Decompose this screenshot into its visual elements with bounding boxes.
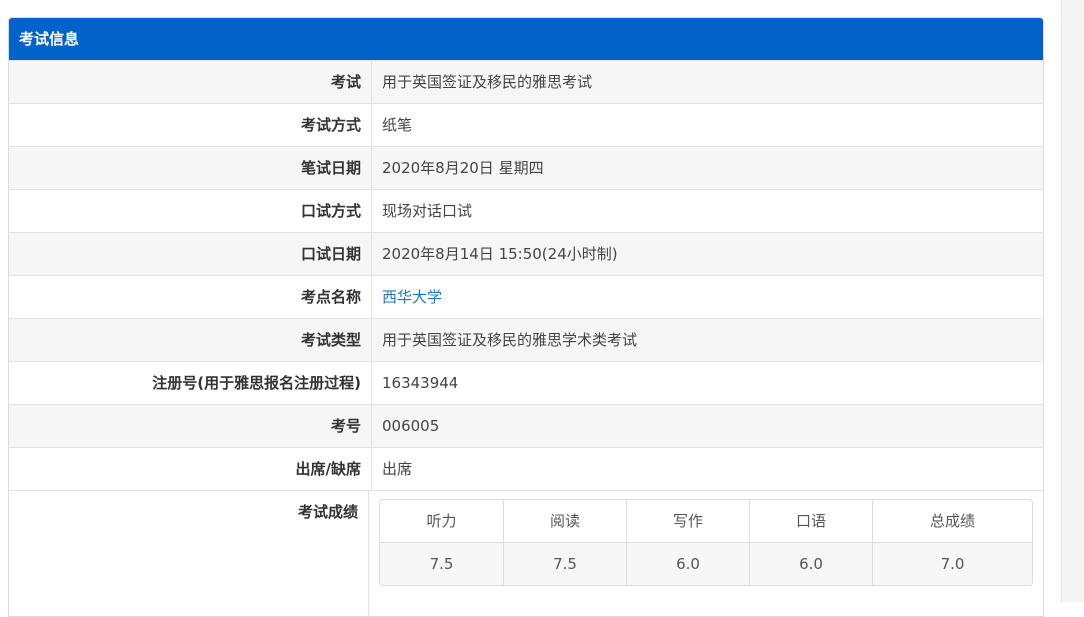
row-label: 出席/缺席 — [295, 460, 361, 478]
score-header-reading: 阅读 — [503, 500, 626, 542]
row-exam-mode: 考试方式 纸笔 — [9, 103, 1043, 146]
row-attendance: 出席/缺席 出席 — [9, 447, 1043, 490]
row-value: 出席 — [371, 448, 1043, 490]
row-exam-type: 考试类型 用于英国签证及移民的雅思学术类考试 — [9, 318, 1043, 361]
row-written-date: 笔试日期 2020年8月20日 星期四 — [9, 146, 1043, 189]
exam-info-panel: 考试信息 考试 用于英国签证及移民的雅思考试 考试方式 纸笔 笔试日期 2020… — [8, 17, 1044, 617]
row-candidate-number: 考号 006005 — [9, 404, 1043, 447]
row-label: 考试 — [330, 73, 361, 91]
row-speaking-mode: 口试方式 现场对话口试 — [9, 189, 1043, 232]
row-label: 考试方式 — [300, 116, 361, 134]
row-speaking-date: 口试日期 2020年8月14日 15:50(24小时制) — [9, 232, 1043, 275]
row-label: 口试方式 — [300, 202, 361, 220]
panel-title: 考试信息 — [9, 18, 1043, 60]
row-value: 2020年8月20日 星期四 — [371, 147, 1043, 189]
row-label: 考号 — [330, 417, 361, 435]
row-value: 现场对话口试 — [371, 190, 1043, 232]
score-header-listening: 听力 — [426, 512, 457, 530]
score-header-overall: 总成绩 — [872, 500, 1032, 542]
score-listening: 7.5 — [429, 555, 454, 573]
score-speaking: 6.0 — [749, 543, 872, 585]
row-value: 16343944 — [371, 362, 1043, 404]
score-reading: 7.5 — [503, 543, 626, 585]
row-value: 006005 — [371, 405, 1043, 447]
row-label: 考试类型 — [300, 331, 361, 349]
score-value-row: 7.5 7.5 6.0 6.0 7.0 — [380, 542, 1032, 585]
row-value: 用于英国签证及移民的雅思学术类考试 — [371, 319, 1043, 361]
scrollbar-track[interactable] — [1061, 0, 1084, 602]
row-label: 考试成绩 — [297, 503, 358, 521]
row-value: 纸笔 — [371, 104, 1043, 146]
score-header-row: 听力 阅读 写作 口语 总成绩 — [380, 500, 1032, 542]
row-value: 用于英国签证及移民的雅思考试 — [371, 61, 1043, 103]
row-value: 2020年8月14日 15:50(24小时制) — [371, 233, 1043, 275]
row-label: 口试日期 — [300, 245, 361, 263]
row-test-centre: 考点名称 西华大学 — [9, 275, 1043, 318]
row-exam: 考试 用于英国签证及移民的雅思考试 — [9, 60, 1043, 103]
score-table: 听力 阅读 写作 口语 总成绩 7.5 7.5 6.0 6.0 7.0 — [379, 499, 1033, 586]
score-header-speaking: 口语 — [749, 500, 872, 542]
row-scores: 考试成绩 听力 阅读 写作 口语 总成绩 7.5 7.5 6.0 6.0 7.0 — [9, 490, 1043, 616]
test-centre-link[interactable]: 西华大学 — [382, 288, 442, 306]
row-label: 考点名称 — [300, 288, 361, 306]
row-label: 注册号(用于雅思报名注册过程) — [152, 374, 361, 392]
row-registration-number: 注册号(用于雅思报名注册过程) 16343944 — [9, 361, 1043, 404]
score-overall: 7.0 — [872, 543, 1032, 585]
score-writing: 6.0 — [626, 543, 749, 585]
row-label: 笔试日期 — [300, 159, 361, 177]
score-header-writing: 写作 — [626, 500, 749, 542]
row-value: 西华大学 — [371, 276, 1043, 318]
